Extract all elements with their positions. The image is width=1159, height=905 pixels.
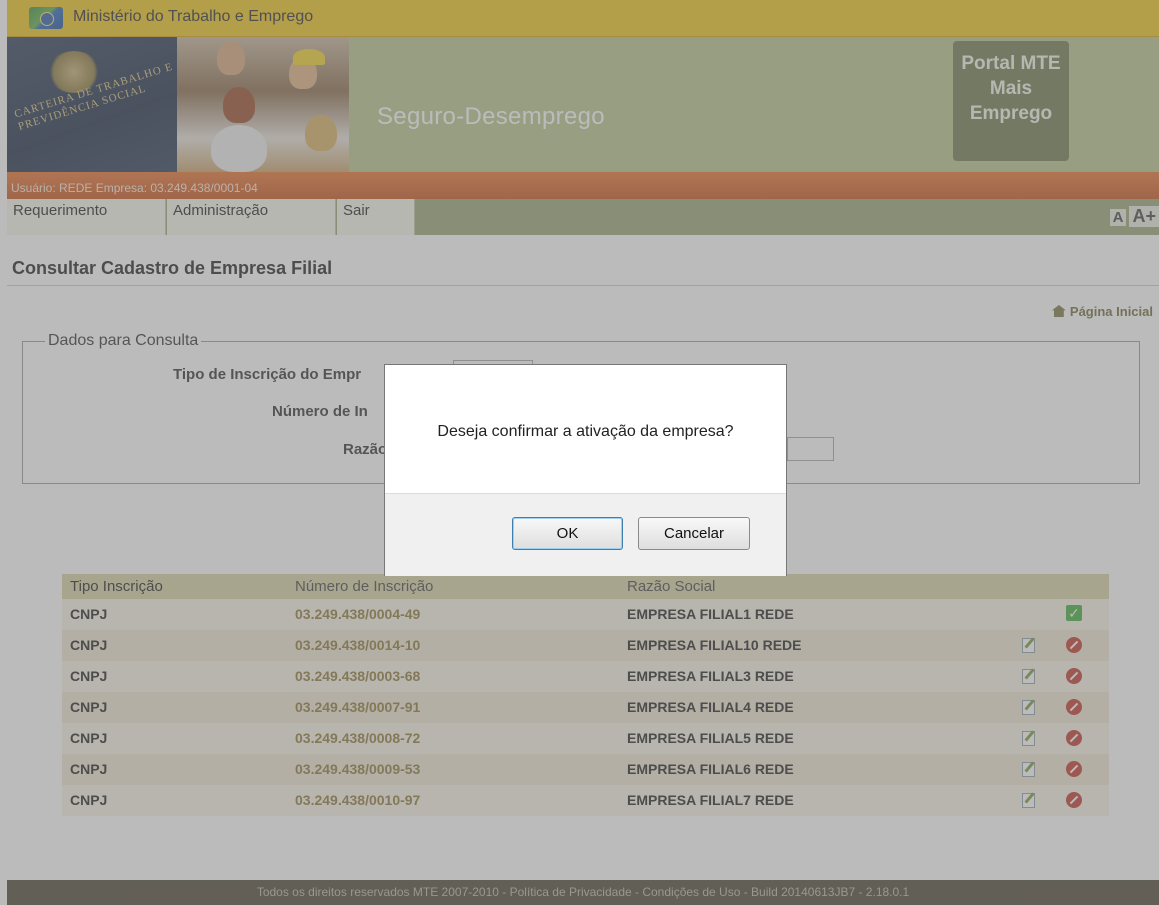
- confirm-dialog: Deseja confirmar a ativação da empresa? …: [384, 364, 787, 576]
- dialog-message: Deseja confirmar a ativação da empresa?: [437, 423, 734, 440]
- cancel-button[interactable]: Cancelar: [638, 517, 750, 550]
- dialog-button-bar: OK Cancelar: [385, 493, 786, 576]
- modal-overlay[interactable]: Deseja confirmar a ativação da empresa? …: [0, 0, 1159, 905]
- ok-button[interactable]: OK: [512, 517, 623, 550]
